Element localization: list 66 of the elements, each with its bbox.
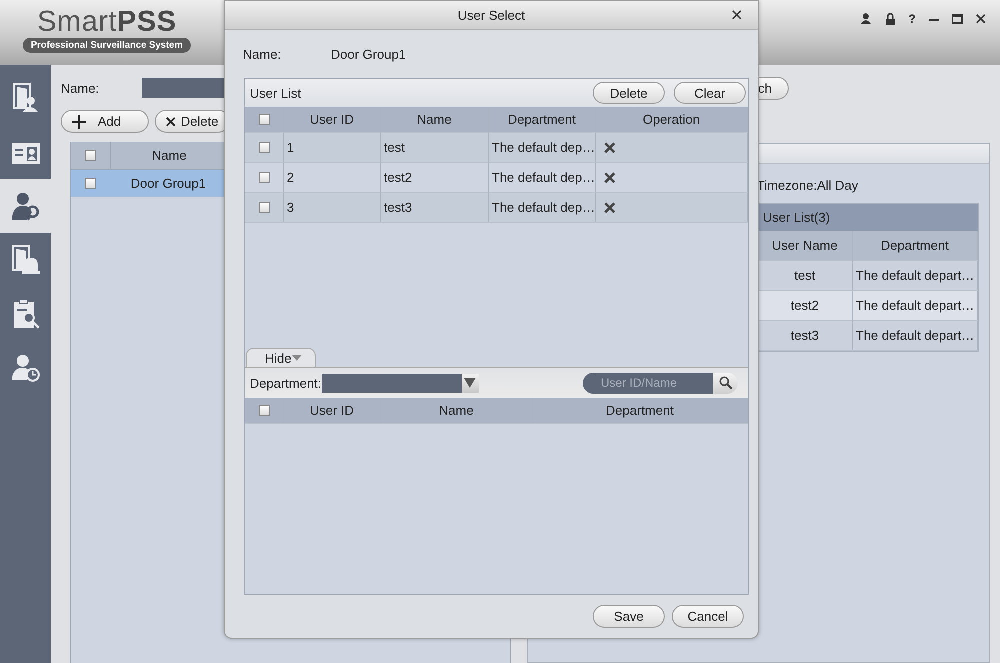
department-dropdown[interactable] bbox=[322, 374, 479, 392]
column-header: Department bbox=[533, 398, 748, 423]
hide-tab[interactable]: Hide bbox=[246, 348, 316, 367]
table-cell: The default dep… bbox=[489, 193, 596, 222]
list-title: User List bbox=[250, 86, 302, 100]
remove-icon[interactable] bbox=[604, 202, 616, 214]
table-cell-text: Door Group1 bbox=[130, 176, 208, 191]
sidebar-item[interactable] bbox=[0, 179, 51, 233]
column-header: Name bbox=[151, 148, 188, 163]
user-clock-icon bbox=[10, 353, 40, 383]
name-label: Name: bbox=[61, 80, 100, 96]
door-user-icon bbox=[12, 83, 38, 113]
save-button[interactable]: Save bbox=[593, 605, 665, 628]
user-key-icon bbox=[10, 191, 40, 221]
add-button[interactable]: Add bbox=[61, 110, 149, 133]
name-label: Name: bbox=[243, 46, 282, 62]
plus-icon bbox=[72, 114, 86, 128]
table-cell: test bbox=[381, 133, 489, 162]
delete-button[interactable]: Delete bbox=[593, 82, 665, 104]
column-header: User ID bbox=[284, 398, 381, 423]
checkbox[interactable] bbox=[258, 172, 270, 183]
list-title: User List(3) bbox=[758, 204, 978, 231]
table-cell: test3 bbox=[381, 193, 489, 222]
close-icon[interactable] bbox=[732, 10, 742, 20]
dialog-title: User Select bbox=[458, 8, 526, 22]
clear-button[interactable]: Clear bbox=[674, 82, 746, 104]
checkbox[interactable] bbox=[258, 142, 270, 153]
table-cell: The default depart… bbox=[853, 291, 978, 320]
caret-icon bbox=[292, 355, 302, 361]
table-cell: The default depart… bbox=[853, 261, 978, 290]
table-cell: test2 bbox=[381, 163, 489, 192]
logo-text: SmartPSS bbox=[37, 6, 177, 38]
table-cell: 2 bbox=[284, 163, 381, 192]
remove-icon[interactable] bbox=[604, 172, 616, 184]
logo-tagline: Professional Surveillance System bbox=[22, 38, 192, 53]
column-header: Department bbox=[853, 231, 978, 260]
door-alarm-icon bbox=[12, 245, 40, 275]
table-cell: 1 bbox=[284, 133, 381, 162]
name-value: Door Group1 bbox=[331, 46, 406, 62]
checkbox[interactable] bbox=[258, 114, 270, 125]
table-cell: The default dep… bbox=[489, 133, 596, 162]
maximize-icon[interactable] bbox=[952, 14, 963, 24]
column-header: User ID bbox=[284, 107, 381, 132]
department-label: Department: bbox=[250, 376, 322, 390]
column-header: Department bbox=[489, 107, 596, 132]
checkbox[interactable] bbox=[85, 178, 96, 189]
caret-icon bbox=[464, 378, 476, 388]
checkbox[interactable] bbox=[258, 405, 270, 416]
close-icon bbox=[166, 116, 176, 126]
cancel-button[interactable]: Cancel bbox=[672, 605, 744, 628]
checkbox[interactable] bbox=[258, 202, 270, 213]
help-button[interactable]: ? bbox=[908, 12, 916, 26]
table-cell: The default depart… bbox=[853, 321, 978, 350]
user-icon[interactable] bbox=[860, 13, 872, 25]
lock-icon[interactable] bbox=[884, 13, 896, 25]
column-header: Name bbox=[381, 398, 533, 423]
remove-icon[interactable] bbox=[604, 142, 616, 154]
clipboard-search-icon bbox=[12, 299, 40, 329]
close-icon[interactable] bbox=[976, 14, 986, 24]
column-header: Name bbox=[381, 107, 489, 132]
table-cell: 3 bbox=[284, 193, 381, 222]
checkbox[interactable] bbox=[85, 150, 96, 161]
timezone-label: Timezone:All Day bbox=[757, 178, 860, 194]
table-cell: The default dep… bbox=[489, 163, 596, 192]
column-header: Operation bbox=[596, 107, 748, 132]
search-icon bbox=[718, 376, 732, 390]
